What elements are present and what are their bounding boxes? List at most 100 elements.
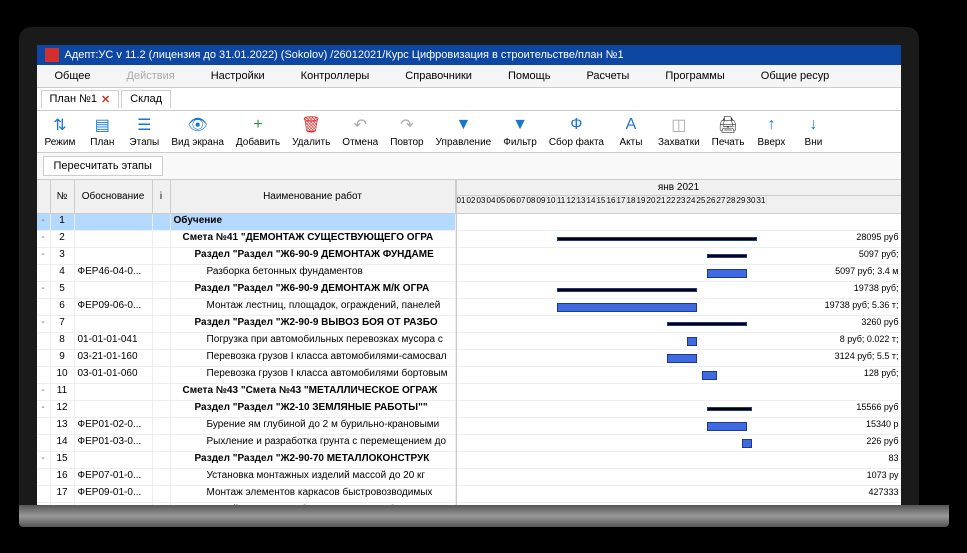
gantt-bar[interactable] <box>687 337 697 346</box>
expand-toggle[interactable]: - <box>37 231 51 247</box>
gantt-row[interactable]: 226 руб <box>457 435 901 452</box>
col-name[interactable]: Наименование работ <box>171 180 456 213</box>
menu-item[interactable]: Расчеты <box>568 67 647 85</box>
table-row[interactable]: 17ФЕР09-01-0...Монтаж элементов каркасов… <box>37 486 456 503</box>
add-button[interactable]: +Добавить <box>230 113 286 150</box>
print-button[interactable]: 🖨Печать <box>706 113 751 150</box>
expand-toggle[interactable]: - <box>37 214 51 230</box>
gantt-bar[interactable] <box>557 303 697 312</box>
table-row[interactable]: -15Раздел "Раздел "Ж2-90-70 МЕТАЛЛОКОНСТ… <box>37 452 456 469</box>
table-row[interactable]: 13ФЕР01-02-0...Бурение ям глубиной до 2 … <box>37 418 456 435</box>
gantt-bar[interactable] <box>742 439 752 448</box>
expand-toggle[interactable] <box>37 265 51 281</box>
tab-sklad[interactable]: Склад <box>121 90 171 108</box>
gantt-bar[interactable] <box>557 237 757 241</box>
gantt-bar[interactable] <box>707 269 747 278</box>
gantt-row[interactable]: 28095 руб <box>457 231 901 248</box>
expand-toggle[interactable] <box>37 299 51 315</box>
table-row[interactable]: -2Смета №41 "ДЕМОНТАЖ СУЩЕСТВУЮЩЕГО ОГРА <box>37 231 456 248</box>
captures-button[interactable]: ◫Захватки <box>652 113 706 150</box>
col-just[interactable]: Обоснование <box>75 180 153 213</box>
table-row[interactable]: 6ФЕР09-06-0...Монтаж лестниц, площадок, … <box>37 299 456 316</box>
menu-item[interactable]: Контроллеры <box>283 67 388 85</box>
manage-button[interactable]: ▼Управление <box>430 113 498 150</box>
table-row[interactable]: -11Смета №43 "Смета №43 "МЕТАЛЛИЧЕСКОЕ О… <box>37 384 456 401</box>
expand-toggle[interactable]: - <box>37 282 51 298</box>
table-row[interactable]: 18ФЕР07-01-0Устройство калиток без устан… <box>37 503 456 505</box>
redo-button[interactable]: ↷Повтор <box>384 113 429 150</box>
table-row[interactable]: -1Обучение <box>37 214 456 231</box>
mode-button[interactable]: ⇅Режим <box>39 113 82 150</box>
gantt-row[interactable]: 3305 <box>457 503 901 505</box>
expand-toggle[interactable] <box>37 350 51 366</box>
expand-toggle[interactable] <box>37 435 51 451</box>
gantt-row[interactable]: 128 руб; <box>457 367 901 384</box>
table-row[interactable]: -5Раздел "Раздел "Ж6-90-9 ДЕМОНТАЖ М/К О… <box>37 282 456 299</box>
close-icon[interactable]: ✕ <box>101 93 110 106</box>
gantt-row[interactable]: 8 руб; 0.022 т; <box>457 333 901 350</box>
table-row[interactable]: -3Раздел "Раздел "Ж6-90-9 ДЕМОНТАЖ ФУНДА… <box>37 248 456 265</box>
gantt-row[interactable]: 19738 руб; 5.36 т; <box>457 299 901 316</box>
filter-button[interactable]: ▼Фильтр <box>497 113 543 150</box>
gantt-row[interactable]: 3124 руб; 5.5 т; <box>457 350 901 367</box>
menu-item[interactable]: Настройки <box>193 67 283 85</box>
menu-item[interactable]: Помощь <box>490 67 569 85</box>
expand-toggle[interactable]: - <box>37 316 51 332</box>
table-row[interactable]: 903-21-01-160Перевозка грузов I класса а… <box>37 350 456 367</box>
gantt-row[interactable]: 5097 руб; <box>457 248 901 265</box>
expand-toggle[interactable] <box>37 367 51 383</box>
gantt-row[interactable]: 427333 <box>457 486 901 503</box>
gantt-row[interactable]: 1073 ру <box>457 469 901 486</box>
acts-button[interactable]: ААкты <box>610 113 652 150</box>
expand-toggle[interactable] <box>37 486 51 502</box>
expand-toggle[interactable] <box>37 503 51 505</box>
gantt-row[interactable]: 3260 руб <box>457 316 901 333</box>
table-row[interactable]: 14ФЕР01-03-0...Рыхление и разработка гру… <box>37 435 456 452</box>
gantt-row[interactable]: 15340 р <box>457 418 901 435</box>
menu-item[interactable]: Справочники <box>387 67 490 85</box>
gantt-row[interactable]: 83 <box>457 452 901 469</box>
gantt-row[interactable]: 5097 руб; 3.4 м <box>457 265 901 282</box>
gantt-bar[interactable] <box>557 288 697 292</box>
expand-toggle[interactable]: - <box>37 452 51 468</box>
table-row[interactable]: 1003-01-01-060Перевозка грузов I класса … <box>37 367 456 384</box>
gantt-row[interactable] <box>457 214 901 231</box>
table-row[interactable]: -12Раздел "Раздел "Ж2-10 ЗЕМЛЯНЫЕ РАБОТЫ… <box>37 401 456 418</box>
bar-label: 3124 руб; 5.5 т; <box>835 351 899 361</box>
menu-item[interactable]: Программы <box>647 67 742 85</box>
menu-item[interactable]: Общее <box>37 67 109 85</box>
gantt-bar[interactable] <box>707 422 747 431</box>
collect-button[interactable]: ФСбор факта <box>543 113 610 150</box>
view-button[interactable]: 👁Вид экрана <box>165 113 230 150</box>
table-row[interactable]: 16ФЕР07-01-0...Установка монтажных издел… <box>37 469 456 486</box>
table-row[interactable]: -7Раздел "Раздел "Ж2-90-9 ВЫВОЗ БОЯ ОТ Р… <box>37 316 456 333</box>
gantt-bar[interactable] <box>707 407 752 411</box>
gantt-bar[interactable] <box>707 254 747 258</box>
gantt-row[interactable]: 15566 руб <box>457 401 901 418</box>
delete-button[interactable]: 🗑Удалить <box>286 113 336 150</box>
menu-item[interactable]: Общие ресур <box>743 67 847 85</box>
up-button[interactable]: ↑Вверх <box>750 113 792 150</box>
expand-toggle[interactable]: - <box>37 248 51 264</box>
expand-toggle[interactable]: - <box>37 401 51 417</box>
undo-button[interactable]: ↶Отмена <box>336 113 384 150</box>
gantt-bar[interactable] <box>702 371 717 380</box>
expand-toggle[interactable] <box>37 469 51 485</box>
table-row[interactable]: 801-01-01-041Погрузка при автомобильных … <box>37 333 456 350</box>
table-row[interactable]: 4ФЕР46-04-0...Разборка бетонных фундамен… <box>37 265 456 282</box>
down-button[interactable]: ↓Вни <box>792 113 834 150</box>
expand-toggle[interactable] <box>37 418 51 434</box>
expand-toggle[interactable]: - <box>37 384 51 400</box>
tab-plan[interactable]: План №1 ✕ <box>41 90 120 108</box>
gantt-row[interactable]: 19738 руб; <box>457 282 901 299</box>
col-num[interactable]: № <box>51 180 75 213</box>
gantt-bar[interactable] <box>667 354 697 363</box>
col-i[interactable]: i <box>153 180 171 213</box>
menu-item[interactable]: Действия <box>109 67 193 85</box>
gantt-bar[interactable] <box>667 322 747 326</box>
stages-button[interactable]: ☰Этапы <box>123 113 165 150</box>
recalc-button[interactable]: Пересчитать этапы <box>43 156 163 176</box>
gantt-row[interactable] <box>457 384 901 401</box>
plan-button[interactable]: ▤План <box>81 113 123 150</box>
expand-toggle[interactable] <box>37 333 51 349</box>
